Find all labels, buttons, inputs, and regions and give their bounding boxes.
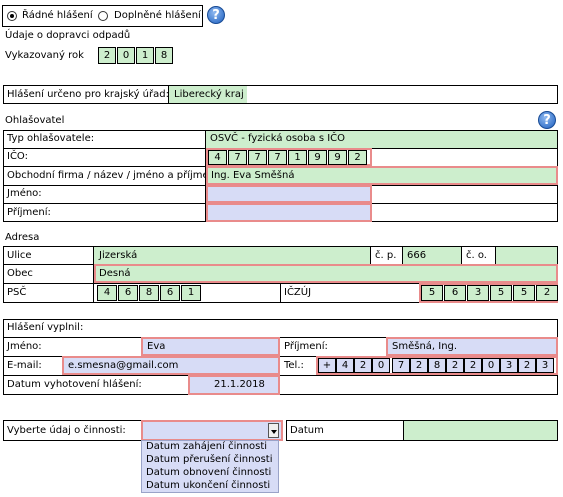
year-digit: 0 (117, 47, 135, 64)
help-icon[interactable]: ? (207, 6, 225, 24)
report-date-value: 21.1.2018 (214, 379, 265, 390)
psc-digit: 4 (97, 285, 117, 301)
iczuj-digit: 5 (421, 285, 443, 301)
psc-label: PSČ (7, 287, 27, 298)
phone-char: + (318, 358, 336, 373)
phone-char: 2 (446, 358, 464, 373)
city-input[interactable] (94, 264, 558, 283)
phone-char: 2 (410, 358, 428, 373)
psc-digit: 8 (139, 285, 159, 301)
report-date-label: Datum vyhotovení hlášení: (7, 379, 142, 390)
activity-date-input[interactable] (404, 421, 557, 440)
column-divider (461, 246, 462, 264)
co-input[interactable] (496, 247, 557, 264)
radio-supplementary-report[interactable] (98, 11, 108, 21)
column-divider (280, 283, 281, 303)
company-value: Ing. Eva Směšná (211, 170, 295, 181)
filler-first-name-label: Jméno: (7, 341, 42, 352)
dropdown-arrow-icon[interactable] (268, 423, 279, 438)
iczuj-digit: 5 (490, 285, 512, 301)
activity-option[interactable]: Datum zahájení činnosti (146, 441, 267, 453)
cp-value: 666 (407, 250, 427, 261)
psc-digit: 6 (160, 285, 180, 301)
psc-digit: 6 (118, 285, 138, 301)
declarant-first-name-input[interactable] (206, 185, 372, 203)
year-label: Vykazovaný rok (5, 50, 84, 61)
filler-last-name-value: Směšná, Ing. (392, 341, 458, 352)
column-divider (370, 246, 371, 264)
declarant-type-value: OSVČ - fyzická osoba s IČO (210, 133, 346, 144)
city-value: Desná (99, 268, 131, 279)
ico-digit: 7 (268, 150, 287, 165)
street-value: Jizerská (99, 250, 138, 261)
activity-select-label: Vyberte údaj o činnosti: (7, 425, 126, 436)
activity-option[interactable]: Datum obnovení činnosti (146, 467, 271, 479)
phone-char: 2 (354, 358, 372, 373)
phone-char: 4 (336, 358, 354, 373)
phone-char: 7 (392, 358, 410, 373)
psc-digit: 1 (181, 285, 201, 301)
iczuj-digit: 5 (513, 285, 535, 301)
iczuj-label: IČZÚJ (284, 287, 312, 298)
declarant-last-name-label: Příjmení: (7, 207, 51, 218)
address-section-label: Adresa (5, 232, 40, 243)
year-digit: 8 (155, 47, 173, 64)
email-value: e.smesna@gmail.com (68, 360, 179, 371)
declarant-section-label: Ohlašovatel (5, 115, 65, 126)
iczuj-digit: 6 (444, 285, 466, 301)
authority-value: Liberecký kraj (174, 89, 244, 100)
filler-last-name-label: Příjmení: (284, 341, 328, 352)
phone-char: 8 (428, 358, 446, 373)
radio-selected-dot (10, 14, 14, 18)
phone-char: 3 (536, 358, 554, 373)
email-label: E-mail: (7, 360, 42, 371)
ico-digit: 2 (348, 150, 367, 165)
year-digit: 2 (98, 47, 116, 64)
ico-digit: 1 (288, 150, 307, 165)
radio-regular-report[interactable] (7, 11, 17, 21)
phone-label: Tel.: (284, 360, 304, 371)
street-label: Ulice (7, 250, 32, 261)
radio-regular-label: Řádné hlášení (22, 10, 93, 21)
activity-date-label: Datum (290, 425, 324, 436)
iczuj-digit: 3 (467, 285, 489, 301)
ico-label: IČO: (7, 151, 28, 162)
filler-first-name-value: Eva (147, 341, 166, 352)
phone-char: 0 (372, 358, 390, 373)
city-label: Obec (7, 268, 33, 279)
carrier-section-label: Údaje o dopravci odpadů (5, 30, 131, 41)
radio-supplementary-label: Doplněné hlášení (114, 10, 201, 21)
iczuj-digit: 2 (536, 285, 558, 301)
activity-option[interactable]: Datum ukončení činnosti (146, 480, 270, 492)
phone-char: 3 (500, 358, 518, 373)
year-digit: 1 (136, 47, 154, 64)
declarant-type-label: Typ ohlašovatele: (7, 133, 95, 144)
cp-label: č. p. (375, 250, 397, 261)
ico-digit: 9 (328, 150, 347, 165)
declarant-last-name-input[interactable] (206, 203, 372, 222)
filled-by-section-label: Hlášení vyplnil: (7, 322, 84, 333)
phone-char: 0 (482, 358, 500, 373)
help-icon[interactable]: ? (538, 111, 556, 129)
declarant-first-name-label: Jméno: (7, 188, 42, 199)
ico-digit: 7 (228, 150, 247, 165)
activity-select[interactable] (141, 420, 283, 441)
phone-char: 2 (464, 358, 482, 373)
co-label: č. o. (466, 250, 487, 261)
row-divider (3, 375, 558, 376)
company-label: Obchodní firma / název / jméno a příjmen… (7, 170, 222, 181)
ico-digit: 4 (208, 150, 227, 165)
authority-label: Hlášení určeno pro krajský úřad: (7, 89, 169, 100)
ico-digit: 7 (248, 150, 267, 165)
activity-option[interactable]: Datum přerušení činnosti (146, 454, 272, 466)
phone-char: 2 (518, 358, 536, 373)
ico-digit: 9 (308, 150, 327, 165)
